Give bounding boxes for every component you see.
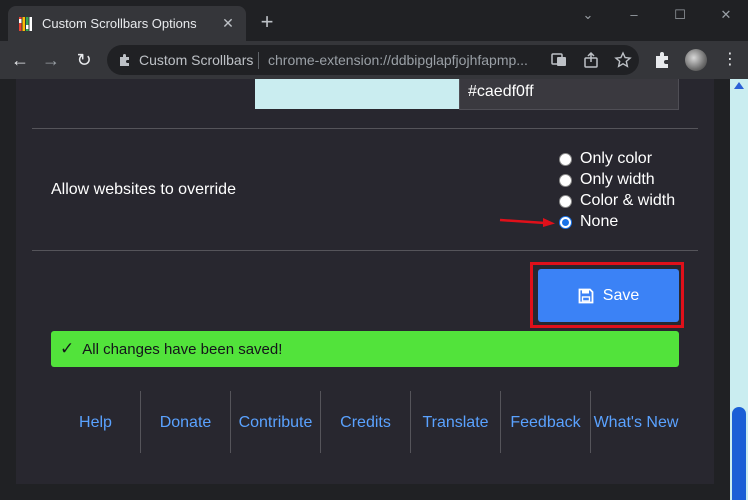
back-button[interactable]: ← xyxy=(9,49,31,71)
title-bar: Custom Scrollbars Options ✕ + ⌄ – ☐ ✕ xyxy=(0,0,748,41)
radio-option-only-color[interactable]: Only color xyxy=(559,149,652,169)
puzzle-icon xyxy=(120,54,129,66)
translate-icon[interactable] xyxy=(550,51,568,69)
reload-button[interactable]: ↻ xyxy=(73,49,95,71)
divider xyxy=(32,128,698,129)
footer-link-translate[interactable]: Translate xyxy=(411,391,501,453)
radio-label: Color & width xyxy=(580,192,676,209)
close-window-button[interactable]: ✕ xyxy=(703,4,748,26)
footer-link-whats-new[interactable]: What's New xyxy=(591,391,681,453)
profile-avatar[interactable] xyxy=(685,49,707,71)
minimize-button[interactable]: – xyxy=(611,4,657,26)
scroll-up-arrow-icon[interactable] xyxy=(734,82,744,89)
status-text: All changes have been saved! xyxy=(82,340,283,358)
tab-close-icon[interactable]: ✕ xyxy=(218,13,238,33)
footer-link-help[interactable]: Help xyxy=(51,391,141,453)
save-button[interactable]: Save xyxy=(538,269,679,322)
address-bar[interactable]: Custom Scrollbars chrome-extension://ddb… xyxy=(107,45,639,75)
extension-favicon-icon xyxy=(19,17,32,31)
browser-tab[interactable]: Custom Scrollbars Options ✕ xyxy=(8,6,246,41)
floppy-disk-icon xyxy=(578,288,594,303)
extensions-icon[interactable] xyxy=(652,50,672,70)
maximize-button[interactable]: ☐ xyxy=(657,4,703,26)
checkmark-icon: ✓ xyxy=(60,339,75,358)
footer-link-credits[interactable]: Credits xyxy=(321,391,411,453)
radio-button[interactable] xyxy=(559,173,572,187)
tab-title: Custom Scrollbars Options xyxy=(42,16,197,31)
footer-link-contribute[interactable]: Contribute xyxy=(231,391,321,453)
radio-button[interactable] xyxy=(559,194,572,208)
radio-option-only-width[interactable]: Only width xyxy=(559,170,655,190)
divider xyxy=(32,250,698,251)
browser-menu-icon[interactable]: ⋮ xyxy=(720,50,740,70)
share-icon[interactable] xyxy=(582,51,600,69)
saved-status-banner: ✓ All changes have been saved! xyxy=(51,331,679,367)
browser-toolbar: ← → ↻ Custom Scrollbars chrome-extension… xyxy=(0,41,748,79)
footer-link-donate[interactable]: Donate xyxy=(141,391,231,453)
site-name: Custom Scrollbars xyxy=(139,52,254,68)
footer-link-feedback[interactable]: Feedback xyxy=(501,391,591,453)
page-scrollbar[interactable] xyxy=(730,79,748,500)
bookmark-star-icon[interactable] xyxy=(614,51,632,69)
red-arrow-annotation xyxy=(499,218,555,227)
radio-option-color-and-width[interactable]: Color & width xyxy=(559,191,675,211)
color-swatch[interactable] xyxy=(255,79,459,109)
footer-links: Help Donate Contribute Credits Translate… xyxy=(51,391,681,453)
radio-button[interactable] xyxy=(559,152,572,166)
url-text: chrome-extension://ddbipglapfjojhfapmp..… xyxy=(268,52,528,68)
radio-label: Only width xyxy=(580,171,655,188)
override-setting-label: Allow websites to override xyxy=(51,181,236,198)
radio-label: Only color xyxy=(580,150,653,167)
radio-option-none[interactable]: None xyxy=(559,212,618,232)
tab-search-icon[interactable]: ⌄ xyxy=(565,4,611,26)
save-button-label: Save xyxy=(602,286,640,304)
radio-button-selected[interactable] xyxy=(559,215,572,229)
options-card: #caedf0ff Allow websites to override Onl… xyxy=(16,79,714,484)
forward-button[interactable]: → xyxy=(40,49,62,71)
color-value-input[interactable]: #caedf0ff xyxy=(459,79,679,110)
options-page: #caedf0ff Allow websites to override Onl… xyxy=(0,79,730,500)
radio-label: None xyxy=(580,213,619,230)
scrollbar-thumb[interactable] xyxy=(732,407,746,500)
new-tab-button[interactable]: + xyxy=(256,11,278,34)
address-separator xyxy=(258,52,259,69)
